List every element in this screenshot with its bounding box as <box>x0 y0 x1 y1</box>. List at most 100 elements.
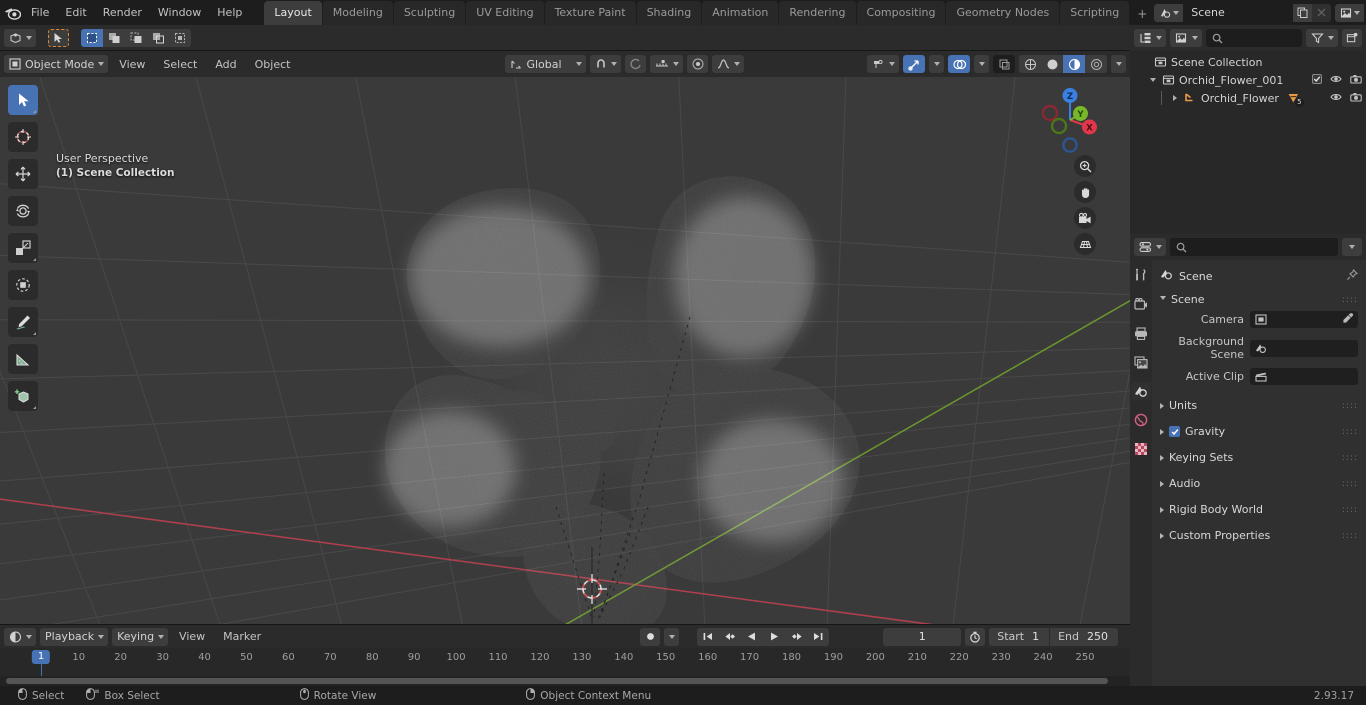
workspace-tab-layout[interactable]: Layout <box>264 1 322 25</box>
menu-file[interactable]: File <box>23 3 57 23</box>
shading-solid-button[interactable] <box>1041 55 1063 73</box>
tool-annotate[interactable] <box>8 307 38 337</box>
outliner-row-scene-collection[interactable]: Scene Collection <box>1130 53 1366 71</box>
select-box-mode-button[interactable] <box>81 28 103 47</box>
view-layer-selector[interactable]: View Layer <box>1335 3 1366 22</box>
background-scene-field[interactable] <box>1250 339 1358 357</box>
expander-open-icon[interactable] <box>1146 78 1160 82</box>
panel-header-gravity[interactable]: Gravity :::: <box>1152 422 1366 441</box>
proportional-editing-toggle[interactable] <box>624 55 646 73</box>
workspace-tab-texture-paint[interactable]: Texture Paint <box>544 1 636 25</box>
viewport-menu-add[interactable]: Add <box>208 57 243 72</box>
timeline-menu-marker[interactable]: Marker <box>216 629 268 644</box>
add-workspace-button[interactable]: + <box>1130 3 1154 25</box>
properties-options-dropdown[interactable] <box>1342 238 1362 256</box>
view-layer-browse-icon[interactable] <box>1335 3 1365 22</box>
new-collection-button[interactable] <box>1342 29 1362 47</box>
panel-header-audio[interactable]: Audio :::: <box>1152 474 1366 493</box>
new-scene-button[interactable] <box>1293 3 1313 22</box>
current-frame-field[interactable]: 1 <box>883 627 962 646</box>
workspace-tab-animation[interactable]: Animation <box>702 1 779 25</box>
workspace-tab-rendering[interactable]: Rendering <box>779 1 856 25</box>
tool-transform[interactable] <box>8 270 38 300</box>
panel-header-keying-sets[interactable]: Keying Sets :::: <box>1152 448 1366 467</box>
tool-scale[interactable] <box>8 233 38 263</box>
mode-selector[interactable]: Object Mode <box>4 55 109 73</box>
zoom-icon[interactable] <box>1074 155 1096 177</box>
workspace-tab-modeling[interactable]: Modeling <box>322 1 393 25</box>
panel-header-rigid-body-world[interactable]: Rigid Body World :::: <box>1152 500 1366 519</box>
select-intersect-mode-button[interactable] <box>147 29 169 47</box>
scene-name[interactable]: Scene <box>1183 3 1294 22</box>
next-keyframe-button[interactable] <box>785 628 807 646</box>
tool-move[interactable] <box>8 159 38 189</box>
shading-options-dropdown[interactable] <box>1111 55 1126 73</box>
select-subtract-mode-button[interactable] <box>125 29 147 47</box>
menu-render[interactable]: Render <box>95 3 150 23</box>
scene-selector[interactable]: Scene <box>1154 3 1332 22</box>
tool-cursor[interactable] <box>8 122 38 152</box>
timeline-menu-playback[interactable]: Playback <box>40 627 109 646</box>
camera-field[interactable] <box>1250 311 1358 328</box>
proportional-falloff-toggle[interactable] <box>686 55 708 73</box>
properties-tab-tool[interactable] <box>1131 266 1151 284</box>
pin-icon[interactable] <box>1346 268 1359 284</box>
properties-tab-render[interactable] <box>1131 295 1151 313</box>
frame-range-fields[interactable]: Start 1 End 250 <box>989 627 1118 646</box>
timeline-menu-view[interactable]: View <box>172 629 212 644</box>
workspace-tab-shading[interactable]: Shading <box>636 1 702 25</box>
play-reverse-button[interactable] <box>741 628 763 646</box>
blender-logo-icon[interactable] <box>4 3 21 23</box>
shading-material-preview-button[interactable] <box>1063 55 1085 73</box>
viewport-menu-view[interactable]: View <box>112 57 152 72</box>
timeline-menu-keying[interactable]: Keying <box>112 627 169 646</box>
workspace-tab-scripting[interactable]: Scripting <box>1060 1 1130 25</box>
properties-tab-scene[interactable] <box>1131 382 1151 400</box>
viewport-3d[interactable]: User Perspective (1) Scene Collection Z … <box>0 77 1130 624</box>
workspace-tab-uv-editing[interactable]: UV Editing <box>466 1 544 25</box>
properties-tab-world[interactable] <box>1131 411 1151 429</box>
navigation-gizmo[interactable]: Z X Y <box>1032 82 1108 158</box>
start-frame-value[interactable]: 1 <box>1030 628 1049 646</box>
ortho-grid-icon[interactable] <box>1074 233 1096 255</box>
shading-rendered-button[interactable] <box>1085 55 1107 73</box>
viewport-menu-object[interactable]: Object <box>248 57 298 72</box>
camera-icon[interactable] <box>1074 207 1096 229</box>
collection-checkbox[interactable] <box>1312 73 1322 87</box>
workspace-tab-sculpting[interactable]: Sculpting <box>393 1 466 25</box>
panel-header-custom-properties[interactable]: Custom Properties :::: <box>1152 526 1366 545</box>
menu-edit[interactable]: Edit <box>57 3 94 23</box>
gravity-checkbox[interactable] <box>1169 426 1180 437</box>
tweak-tool-button[interactable] <box>48 28 69 47</box>
tool-rotate[interactable] <box>8 196 38 226</box>
hide-in-viewport-eye-icon[interactable] <box>1330 92 1342 105</box>
modifier-badge[interactable]: 5 <box>1287 92 1304 107</box>
outliner-display-mode-selector[interactable] <box>1170 29 1202 47</box>
expander-closed-icon[interactable] <box>1168 95 1182 101</box>
outliner-search-input[interactable] <box>1206 29 1302 47</box>
gizmo-toggle[interactable] <box>903 55 925 73</box>
overlays-toggle[interactable] <box>948 55 970 73</box>
properties-tab-view-layer[interactable] <box>1131 353 1151 371</box>
playhead[interactable]: 1 <box>31 650 51 664</box>
menu-window[interactable]: Window <box>150 3 209 23</box>
outliner-row-orchid-flower[interactable]: Orchid_Flower 5 <box>1130 89 1366 107</box>
transform-orientation-selector[interactable]: Global <box>505 55 586 73</box>
disable-in-renders-camera-icon[interactable] <box>1350 92 1362 105</box>
properties-tab-output[interactable] <box>1131 324 1151 342</box>
pan-hand-icon[interactable] <box>1074 181 1096 203</box>
scene-browse-icon[interactable] <box>1154 3 1184 22</box>
gizmo-options-dropdown[interactable] <box>929 55 944 73</box>
select-extend-mode-button[interactable] <box>103 29 125 47</box>
timeline-editor-type-selector[interactable] <box>4 627 36 646</box>
xray-toggle[interactable] <box>993 55 1015 73</box>
jump-to-end-button[interactable] <box>807 628 829 646</box>
timeline-scrollbar-thumb[interactable] <box>6 678 1108 684</box>
unlink-scene-button[interactable] <box>1312 3 1332 22</box>
falloff-type-selector[interactable] <box>711 55 744 73</box>
timeline-scrollbar[interactable] <box>0 676 1130 686</box>
properties-tab-texture[interactable] <box>1131 440 1151 458</box>
outliner-editor-type-selector[interactable] <box>1134 29 1166 47</box>
object-visibility-selector[interactable] <box>867 55 899 73</box>
hide-in-viewport-eye-icon[interactable] <box>1330 74 1342 87</box>
